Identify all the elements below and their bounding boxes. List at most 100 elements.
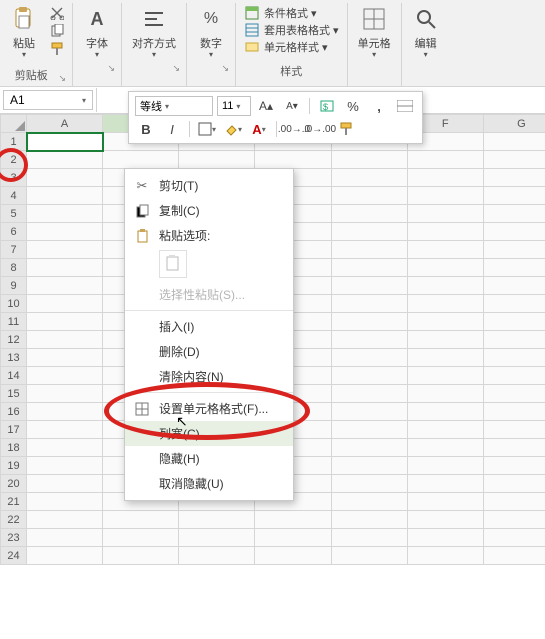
cell-E20[interactable] xyxy=(331,475,407,493)
row-header-20[interactable]: 20 xyxy=(1,475,27,493)
cell-E19[interactable] xyxy=(331,457,407,475)
mini-merge-icon[interactable] xyxy=(394,96,416,116)
cell-C23[interactable] xyxy=(179,529,255,547)
row-header-2[interactable]: 2 xyxy=(1,151,27,169)
col-header-A[interactable]: A xyxy=(27,115,103,133)
cell-A13[interactable] xyxy=(27,349,103,367)
cell-G20[interactable] xyxy=(483,475,545,493)
cell-E5[interactable] xyxy=(331,205,407,223)
cell-D2[interactable] xyxy=(255,151,331,169)
cell-G24[interactable] xyxy=(483,547,545,565)
cell-A2[interactable] xyxy=(27,151,103,169)
cell-F7[interactable] xyxy=(407,241,483,259)
row-header-16[interactable]: 16 xyxy=(1,403,27,421)
row-header-12[interactable]: 12 xyxy=(1,331,27,349)
row-header-10[interactable]: 10 xyxy=(1,295,27,313)
cell-A22[interactable] xyxy=(27,511,103,529)
cell-G6[interactable] xyxy=(483,223,545,241)
cell-A7[interactable] xyxy=(27,241,103,259)
cell-G12[interactable] xyxy=(483,331,545,349)
row-header-6[interactable]: 6 xyxy=(1,223,27,241)
format-painter-icon[interactable] xyxy=(48,41,66,57)
cell-A15[interactable] xyxy=(27,385,103,403)
mini-bold-button[interactable]: B xyxy=(135,119,157,139)
cell-E9[interactable] xyxy=(331,277,407,295)
cell-G4[interactable] xyxy=(483,187,545,205)
cell-E6[interactable] xyxy=(331,223,407,241)
row-header-21[interactable]: 21 xyxy=(1,493,27,511)
cell-G8[interactable] xyxy=(483,259,545,277)
row-header-23[interactable]: 23 xyxy=(1,529,27,547)
cell-F16[interactable] xyxy=(407,403,483,421)
cell-F12[interactable] xyxy=(407,331,483,349)
cell-D23[interactable] xyxy=(255,529,331,547)
cell-G11[interactable] xyxy=(483,313,545,331)
cell-F5[interactable] xyxy=(407,205,483,223)
cell-E7[interactable] xyxy=(331,241,407,259)
row-header-11[interactable]: 11 xyxy=(1,313,27,331)
cell-A19[interactable] xyxy=(27,457,103,475)
ctx-column-width[interactable]: 列宽(C)... xyxy=(125,421,293,446)
row-header-7[interactable]: 7 xyxy=(1,241,27,259)
cell-F15[interactable] xyxy=(407,385,483,403)
cell-F10[interactable] xyxy=(407,295,483,313)
font-button[interactable]: A 字体 ▾ xyxy=(77,3,117,61)
align-button[interactable]: 对齐方式 ▾ xyxy=(126,3,182,61)
cell-B2[interactable] xyxy=(103,151,179,169)
mini-font-color-icon[interactable]: A▾ xyxy=(248,119,270,139)
row-header-9[interactable]: 9 xyxy=(1,277,27,295)
cell-G16[interactable] xyxy=(483,403,545,421)
ctx-insert[interactable]: 插入(I) xyxy=(125,314,293,339)
row-header-22[interactable]: 22 xyxy=(1,511,27,529)
cell-A5[interactable] xyxy=(27,205,103,223)
mini-border-icon[interactable]: ▾ xyxy=(196,119,218,139)
name-box[interactable]: A1 ▾ xyxy=(3,90,93,110)
cell-A11[interactable] xyxy=(27,313,103,331)
row-header-5[interactable]: 5 xyxy=(1,205,27,223)
ctx-clear[interactable]: 清除内容(N) xyxy=(125,364,293,389)
cut-icon[interactable] xyxy=(48,5,66,21)
row-header-4[interactable]: 4 xyxy=(1,187,27,205)
cell-B23[interactable] xyxy=(103,529,179,547)
number-dialog-launcher-icon[interactable]: ↘ xyxy=(221,63,229,74)
cell-A21[interactable] xyxy=(27,493,103,511)
cell-G13[interactable] xyxy=(483,349,545,367)
mini-grow-font-icon[interactable]: A▴ xyxy=(255,96,277,116)
cell-E3[interactable] xyxy=(331,169,407,187)
cell-A1[interactable] xyxy=(27,133,103,151)
cell-C22[interactable] xyxy=(179,511,255,529)
cell-F18[interactable] xyxy=(407,439,483,457)
cell-F9[interactable] xyxy=(407,277,483,295)
cell-D22[interactable] xyxy=(255,511,331,529)
cell-E16[interactable] xyxy=(331,403,407,421)
cell-F23[interactable] xyxy=(407,529,483,547)
cell-G10[interactable] xyxy=(483,295,545,313)
mini-percent-icon[interactable]: % xyxy=(342,96,364,116)
cell-G7[interactable] xyxy=(483,241,545,259)
cell-A4[interactable] xyxy=(27,187,103,205)
cell-G1[interactable] xyxy=(483,133,545,151)
ctx-delete[interactable]: 删除(D) xyxy=(125,339,293,364)
cell-F4[interactable] xyxy=(407,187,483,205)
ctx-copy[interactable]: 复制(C) xyxy=(125,198,293,223)
cell-G2[interactable] xyxy=(483,151,545,169)
mini-font-size[interactable]: 11▾ xyxy=(217,96,251,116)
cell-A20[interactable] xyxy=(27,475,103,493)
copy-icon[interactable] xyxy=(48,23,66,39)
cell-E10[interactable] xyxy=(331,295,407,313)
cell-E11[interactable] xyxy=(331,313,407,331)
cell-A10[interactable] xyxy=(27,295,103,313)
row-header-8[interactable]: 8 xyxy=(1,259,27,277)
cell-B24[interactable] xyxy=(103,547,179,565)
cell-F6[interactable] xyxy=(407,223,483,241)
mini-comma-icon[interactable]: , xyxy=(368,96,390,116)
select-all-corner[interactable] xyxy=(1,115,27,133)
cell-G18[interactable] xyxy=(483,439,545,457)
conditional-format-button[interactable]: 条件格式 ▾ xyxy=(244,5,339,21)
row-header-14[interactable]: 14 xyxy=(1,367,27,385)
row-header-3[interactable]: 3 xyxy=(1,169,27,187)
cell-A12[interactable] xyxy=(27,331,103,349)
cell-D24[interactable] xyxy=(255,547,331,565)
cells-button[interactable]: 单元格 ▾ xyxy=(352,3,397,61)
row-header-17[interactable]: 17 xyxy=(1,421,27,439)
